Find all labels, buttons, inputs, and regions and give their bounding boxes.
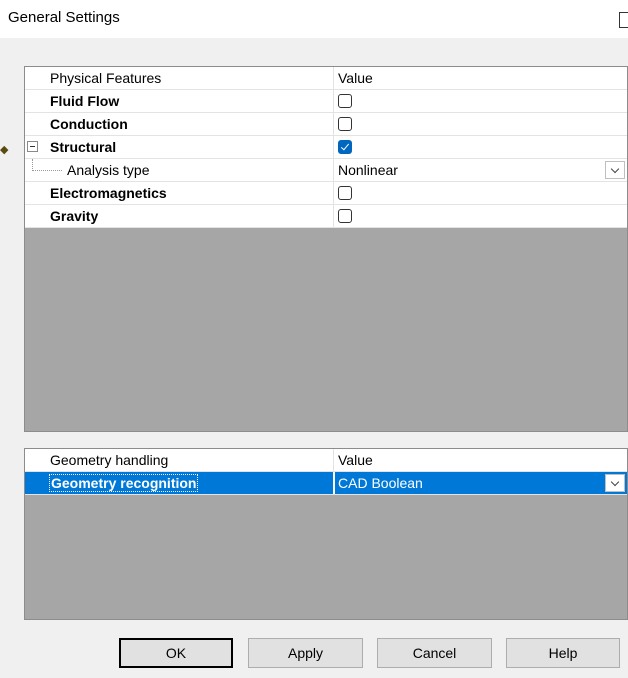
structural-checkbox[interactable] [338,140,352,154]
side-marker-icon: ◆ [0,144,9,156]
row-value-conduction [335,113,627,135]
ok-button[interactable]: OK [119,638,233,668]
geometry-handling-grid: Geometry handling Value Geometry recogni… [25,449,627,495]
apply-button[interactable]: Apply [248,638,363,668]
physical-features-panel: Physical Features Value Fluid Flow Condu… [24,66,628,432]
column-header-value[interactable]: Value [335,67,627,89]
row-structural[interactable]: Structural [25,136,627,159]
row-label-geometry-recognition: Geometry recognition [25,472,334,494]
row-value-structural [335,136,627,158]
column-header-physical-features[interactable]: Physical Features [25,67,334,89]
dialog-button-bar: OK Apply Cancel Help [0,638,628,668]
geometry-recognition-select[interactable]: CAD Boolean [335,472,627,494]
row-analysis-type[interactable]: Analysis type Nonlinear [25,159,627,182]
table-header-row: Physical Features Value [25,67,627,90]
column-header-value[interactable]: Value [335,449,627,471]
window-title: General Settings [8,9,120,26]
cancel-button[interactable]: Cancel [377,638,492,668]
table-header-row: Geometry handling Value [25,449,627,472]
row-label-conduction: Conduction [25,113,334,135]
row-label-analysis-type: Analysis type [25,159,334,181]
row-label-gravity: Gravity [25,205,334,227]
row-fluid-flow[interactable]: Fluid Flow [25,90,627,113]
window-corner-icon [619,12,628,28]
fluid-flow-checkbox[interactable] [338,94,352,108]
title-bar: General Settings [0,0,628,38]
physical-features-grid: Physical Features Value Fluid Flow Condu… [25,67,627,228]
analysis-type-value: Nonlinear [338,162,398,178]
geometry-handling-panel: Geometry handling Value Geometry recogni… [24,448,628,620]
chevron-down-icon[interactable] [605,161,625,179]
column-header-geometry-handling[interactable]: Geometry handling [25,449,334,471]
chevron-down-icon[interactable] [605,474,625,492]
row-value-fluid-flow [335,90,627,112]
analysis-type-select[interactable]: Nonlinear [335,159,627,181]
row-label-structural: Structural [25,136,334,158]
row-geometry-recognition[interactable]: Geometry recognition CAD Boolean [25,472,627,495]
row-value-electromagnetics [335,182,627,204]
row-electromagnetics[interactable]: Electromagnetics [25,182,627,205]
row-label-electromagnetics: Electromagnetics [25,182,334,204]
row-value-gravity [335,205,627,227]
gravity-checkbox[interactable] [338,209,352,223]
row-gravity[interactable]: Gravity [25,205,627,228]
help-button[interactable]: Help [506,638,620,668]
row-conduction[interactable]: Conduction [25,113,627,136]
geometry-recognition-label: Geometry recognition [48,474,199,492]
row-label-fluid-flow: Fluid Flow [25,90,334,112]
conduction-checkbox[interactable] [338,117,352,131]
electromagnetics-checkbox[interactable] [338,186,352,200]
geometry-recognition-value: CAD Boolean [338,475,423,491]
